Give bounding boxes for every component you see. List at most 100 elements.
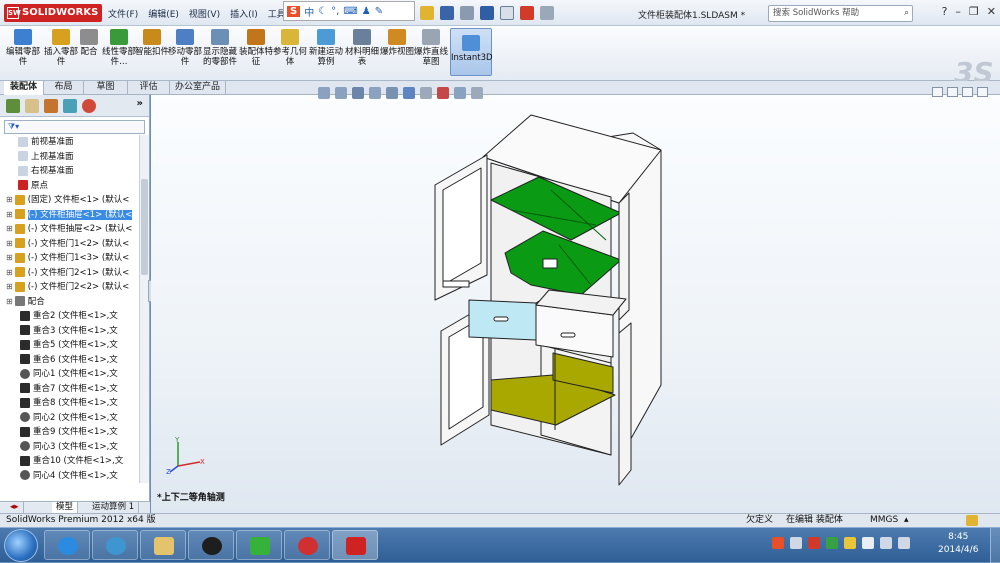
previous-view-icon[interactable] <box>352 87 364 99</box>
taskbar-media[interactable] <box>92 530 138 560</box>
instant3d-button[interactable]: Instant3D <box>450 28 493 76</box>
expand-icon[interactable]: ⊞ <box>6 253 13 262</box>
menu-insert[interactable]: 插入(I) <box>230 7 258 20</box>
appearance-icon[interactable] <box>437 87 449 99</box>
unit-dropdown-icon[interactable]: ▴ <box>904 514 909 527</box>
ime-toolbar[interactable]: S 中 ☾ °, ⌨ ♟ ✎ <box>283 1 415 21</box>
tree-item[interactable]: ⊞ (-) 文件柜门1<2> (默认< <box>0 237 140 252</box>
tab-layout[interactable]: 布局 <box>44 81 84 95</box>
tree-item[interactable]: 重合2 (文件柜<1>,文 <box>0 309 140 324</box>
view-orientation-icon[interactable] <box>386 87 398 99</box>
menu-edit[interactable]: 编辑(E) <box>148 7 179 20</box>
graphics-area[interactable] <box>151 95 1000 513</box>
tab-assembly[interactable]: 装配体 <box>4 81 44 95</box>
tree-item[interactable]: 同心1 (文件柜<1>,文 <box>0 367 140 382</box>
reference-geometry-button[interactable]: 参考几何体 <box>271 29 309 67</box>
tree-item[interactable]: 重合10 (文件柜<1>,文 <box>0 454 140 469</box>
tree-item[interactable]: ⊞ (固定) 文件柜<1> (默认< <box>0 193 140 208</box>
help-icon[interactable]: ? <box>942 5 948 18</box>
show-hidden-components-button[interactable]: 显示隐藏的零部件 <box>201 29 239 67</box>
network-tray-icon[interactable] <box>880 537 892 549</box>
keyboard-icon[interactable]: ⌨ <box>343 6 357 17</box>
taskbar-solidworks[interactable] <box>332 530 378 560</box>
menu-view[interactable]: 视图(V) <box>189 7 220 20</box>
tree-item[interactable]: ⊞ (-) 文件柜门2<1> (默认< <box>0 266 140 281</box>
tree-item[interactable]: 同心2 (文件柜<1>,文 <box>0 411 140 426</box>
tree-item[interactable]: ⊞ (-) 文件柜抽屉<1> (默认< <box>0 208 140 223</box>
tab-evaluate[interactable]: 评估 <box>128 81 170 95</box>
qq-tray-icon[interactable] <box>844 537 856 549</box>
options-icon[interactable] <box>540 6 554 20</box>
volume-tray-icon[interactable] <box>898 537 910 549</box>
display-manager-tab-icon[interactable] <box>82 99 96 113</box>
dimxpert-tab-icon[interactable] <box>63 99 77 113</box>
configuration-manager-tab-icon[interactable] <box>44 99 58 113</box>
explode-line-sketch-button[interactable]: 爆炸直线草图 <box>412 29 450 67</box>
nav-arrows[interactable]: ◂▸ <box>6 502 24 513</box>
new-motion-study-button[interactable]: 新建运动算例 <box>307 29 345 67</box>
expand-icon[interactable]: ⊞ <box>6 224 13 233</box>
tree-scrollbar[interactable] <box>139 135 149 483</box>
tree-item[interactable]: ⊞ (-) 文件柜抽屉<2> (默认< <box>0 222 140 237</box>
taskbar-explorer[interactable] <box>140 530 186 560</box>
tools-icon[interactable]: ✎ <box>375 6 383 17</box>
restore-icon[interactable]: ❐ <box>969 5 979 18</box>
taskbar-security[interactable] <box>236 530 282 560</box>
viewport-restore-icon[interactable] <box>962 87 973 97</box>
feature-tree-tab-icon[interactable] <box>6 99 20 113</box>
tree-item[interactable]: 右视基准面 <box>0 164 140 179</box>
close-icon[interactable]: ✕ <box>987 5 996 18</box>
sogou-tray-icon[interactable] <box>772 537 784 549</box>
bill-of-materials-button[interactable]: 材料明细表 <box>343 29 381 67</box>
zoom-to-area-icon[interactable] <box>335 87 347 99</box>
undo-icon[interactable] <box>480 6 494 20</box>
view-settings-icon[interactable] <box>471 87 483 99</box>
status-tooltip-icon[interactable] <box>966 515 978 526</box>
tree-item[interactable]: ⊞ (-) 文件柜门1<3> (默认< <box>0 251 140 266</box>
lower-right-door[interactable] <box>618 322 632 486</box>
tab-office-products[interactable]: 办公室产品 <box>170 81 226 95</box>
tree-item[interactable]: 上视基准面 <box>0 150 140 165</box>
scrollbar-thumb[interactable] <box>141 179 148 275</box>
tree-item[interactable]: 重合8 (文件柜<1>,文 <box>0 396 140 411</box>
moon-icon[interactable]: ☾ <box>318 6 327 17</box>
menu-file[interactable]: 文件(F) <box>108 7 138 20</box>
minimize-icon[interactable]: – <box>955 5 961 18</box>
save-icon[interactable] <box>440 6 454 20</box>
tree-filter[interactable]: ⧩▾ <box>4 120 145 134</box>
open-icon[interactable] <box>420 6 434 20</box>
tab-sketch[interactable]: 草图 <box>84 81 128 95</box>
taskbar-qq[interactable] <box>188 530 234 560</box>
help-search-input[interactable]: 搜索 SolidWorks 帮助 ⌕ <box>768 5 913 22</box>
taskbar-ie[interactable] <box>44 530 90 560</box>
search-icon[interactable]: ⌕ <box>904 6 909 21</box>
arrow-tray-icon[interactable] <box>862 537 874 549</box>
tree-item[interactable]: 重合6 (文件柜<1>,文 <box>0 353 140 368</box>
solidworks-logo[interactable]: SW SOLIDWORKS <box>4 4 102 22</box>
antivirus-tray-icon[interactable] <box>808 537 820 549</box>
edit-component-button[interactable]: 编辑零部件 <box>4 29 42 67</box>
start-button[interactable] <box>4 529 38 562</box>
print-icon[interactable] <box>460 6 474 20</box>
viewport-minimize-icon[interactable] <box>947 87 958 97</box>
unit-system-button[interactable]: MMGS <box>870 514 898 527</box>
tree-item[interactable]: ⊞ 配合 <box>0 295 140 310</box>
section-view-icon[interactable] <box>369 87 381 99</box>
move-component-button[interactable]: 移动零部件 <box>166 29 204 67</box>
rebuild-icon[interactable] <box>520 6 534 20</box>
tab-model[interactable]: 模型 <box>52 502 79 513</box>
expand-icon[interactable]: ⊞ <box>6 297 13 306</box>
select-icon[interactable] <box>500 6 514 20</box>
tree-item[interactable]: 重合5 (文件柜<1>,文 <box>0 338 140 353</box>
ime-mode[interactable]: 中 <box>304 4 314 19</box>
assembly-features-button[interactable]: 装配体特征 <box>237 29 275 67</box>
expand-icon[interactable]: ⊞ <box>6 268 13 277</box>
hide-show-items-icon[interactable] <box>420 87 432 99</box>
viewport-tile-icon[interactable] <box>932 87 943 97</box>
tab-motion-study[interactable]: 运动算例 1 <box>88 502 140 513</box>
taskbar-video[interactable] <box>284 530 330 560</box>
tree-item[interactable]: ⊞ (-) 文件柜门2<2> (默认< <box>0 280 140 295</box>
tree-item[interactable]: 前视基准面 <box>0 135 140 150</box>
expand-icon[interactable]: ⊞ <box>6 195 13 204</box>
keyboard-tray-icon[interactable] <box>790 537 802 549</box>
